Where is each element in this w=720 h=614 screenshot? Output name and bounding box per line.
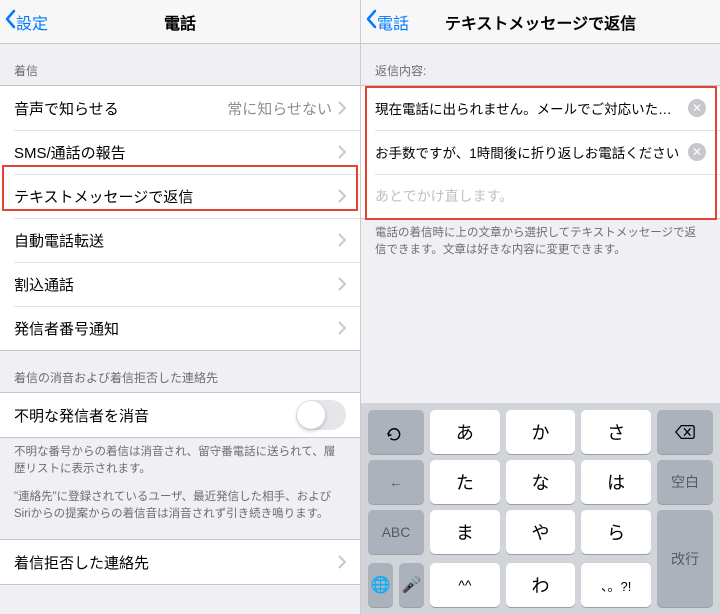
left-content: 着信 音声で知らせる 常に知らせない SMS/通話の報告 テキストメッセージで返…	[0, 44, 360, 614]
nav-bar-left: 設定 電話	[0, 0, 360, 44]
row-call-waiting[interactable]: 割込通話	[0, 262, 360, 306]
footnote-2: "連絡先"に登録されているユーザ、最近発信した相手、およびSiriからの提案から…	[0, 479, 360, 524]
chevron-left-icon	[4, 9, 16, 34]
group-incoming: 音声で知らせる 常に知らせない SMS/通話の報告 テキストメッセージで返信 自…	[0, 85, 360, 351]
row-label: 音声で知らせる	[14, 98, 227, 119]
chevron-left-icon	[365, 9, 377, 34]
key-ka[interactable]: か	[506, 410, 576, 454]
respond-with-text-screen: 電話 テキストメッセージで返信 返信内容: 現在電話に出られません。メールでご対…	[360, 0, 720, 614]
back-button-right[interactable]: 電話	[361, 9, 409, 34]
reply-text: お手数ですが、1時間後に折り返しお電話ください。	[375, 142, 680, 162]
key-ra[interactable]: ら	[581, 510, 651, 554]
settings-phone-screen: 設定 電話 着信 音声で知らせる 常に知らせない SMS/通話の報告 テキストメ…	[0, 0, 360, 614]
key-abc[interactable]: ABC	[368, 510, 424, 554]
reply-field-1[interactable]: 現在電話に出られません。メールでご対応いたしま… ✕	[361, 86, 720, 130]
group-silence: 不明な発信者を消音	[0, 392, 360, 438]
nav-bar-right: 電話 テキストメッセージで返信	[361, 0, 720, 44]
footnote-replies: 電話の着信時に上の文章から選択してテキストメッセージで返信できます。文章は好きな…	[361, 219, 720, 260]
chevron-right-icon	[338, 321, 346, 335]
row-detail: 常に知らせない	[227, 98, 332, 119]
row-label: 発信者番号通知	[14, 318, 338, 339]
chevron-right-icon	[338, 277, 346, 291]
japanese-kana-keyboard[interactable]: あ か さ ← た な は 空白	[361, 403, 720, 614]
reply-text: 現在電話に出られません。メールでご対応いたしま…	[375, 98, 680, 118]
row-label: 割込通話	[14, 274, 338, 295]
row-label: 不明な発信者を消音	[14, 405, 296, 426]
key-na[interactable]: な	[506, 460, 576, 504]
row-voice-announce[interactable]: 音声で知らせる 常に知らせない	[0, 86, 360, 130]
footnote-1: 不明な番号からの着信は消音され、留守番電話に送られて、履歴リストに表示されます。	[0, 438, 360, 479]
nav-title-right: テキストメッセージで返信	[361, 10, 720, 34]
key-mic[interactable]: 🎤	[399, 563, 424, 607]
group-replies: 現在電話に出られません。メールでご対応いたしま… ✕ お手数ですが、1時間後に折…	[361, 85, 720, 219]
back-label: 電話	[377, 10, 409, 34]
key-delete[interactable]	[657, 410, 713, 454]
chevron-right-icon	[338, 233, 346, 247]
key-sa[interactable]: さ	[581, 410, 651, 454]
key-ya[interactable]: や	[506, 510, 576, 554]
row-label: テキストメッセージで返信	[14, 186, 338, 207]
section-header-silence: 着信の消音および着信拒否した連絡先	[0, 351, 360, 392]
reply-field-2[interactable]: お手数ですが、1時間後に折り返しお電話ください。 ✕	[361, 130, 720, 174]
row-caller-id[interactable]: 発信者番号通知	[0, 306, 360, 350]
clear-icon[interactable]: ✕	[688, 99, 706, 117]
key-arrow-left[interactable]: ←	[368, 460, 424, 504]
row-label: 着信拒否した連絡先	[14, 552, 338, 573]
chevron-right-icon	[338, 189, 346, 203]
toggle-silence-unknown[interactable]	[296, 400, 346, 430]
chevron-right-icon	[338, 101, 346, 115]
key-ha[interactable]: は	[581, 460, 651, 504]
section-header-incoming: 着信	[0, 44, 360, 85]
row-silence-unknown[interactable]: 不明な発信者を消音	[0, 393, 360, 437]
group-blocked: 着信拒否した連絡先	[0, 539, 360, 585]
clear-icon[interactable]: ✕	[688, 143, 706, 161]
section-header-replies: 返信内容:	[361, 44, 720, 85]
row-respond-with-text[interactable]: テキストメッセージで返信	[0, 174, 360, 218]
row-label: SMS/通話の報告	[14, 142, 338, 163]
key-globe[interactable]: 🌐	[368, 563, 393, 607]
row-blocked-contacts[interactable]: 着信拒否した連絡先	[0, 540, 360, 584]
key-ta[interactable]: た	[430, 460, 500, 504]
key-punct[interactable]: 、。?!	[581, 563, 651, 607]
key-wa[interactable]: わ	[506, 563, 576, 607]
back-button-left[interactable]: 設定	[0, 9, 48, 34]
row-sms-call-report[interactable]: SMS/通話の報告	[0, 130, 360, 174]
back-label: 設定	[16, 10, 48, 34]
reply-field-3[interactable]: あとでかけ直します。	[361, 174, 720, 218]
key-a[interactable]: あ	[430, 410, 500, 454]
row-label: 自動電話転送	[14, 230, 338, 251]
key-emoticon[interactable]: ^^	[430, 563, 500, 607]
key-space[interactable]: 空白	[657, 460, 713, 504]
key-arrow-cycle[interactable]	[368, 410, 424, 454]
nav-title-left: 電話	[0, 10, 360, 34]
chevron-right-icon	[338, 555, 346, 569]
reply-placeholder: あとでかけ直します。	[375, 186, 706, 206]
row-call-forwarding[interactable]: 自動電話転送	[0, 218, 360, 262]
chevron-right-icon	[338, 145, 346, 159]
key-ma[interactable]: ま	[430, 510, 500, 554]
